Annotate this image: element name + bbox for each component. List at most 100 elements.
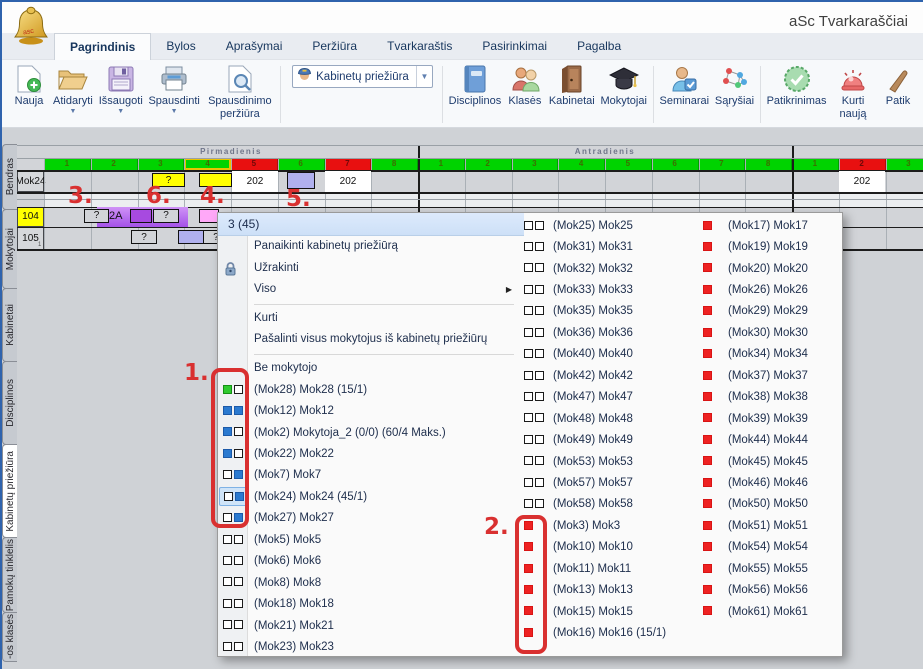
menu-teacher-item[interactable]: (Mok2) Mokytoja_2 (0/0) (60/4 Maks.)	[218, 422, 524, 443]
menu-teacher-item[interactable]: (Mok21) Mok21	[218, 615, 524, 636]
lesson-card[interactable]	[178, 230, 204, 244]
menu-item-panaikinti[interactable]: Panaikinti kabinetų priežiūrą	[218, 236, 524, 258]
room-cell[interactable]: 202	[839, 171, 885, 192]
menu-teacher-item[interactable]: (Mok39) Mok39	[703, 408, 844, 429]
period-header-cell[interactable]: 1	[44, 158, 91, 171]
menu-teacher-item[interactable]: (Mok55) Mok55	[703, 558, 844, 579]
tab-pagalba[interactable]: Pagalba	[562, 33, 636, 60]
room-cell[interactable]: 202	[232, 171, 278, 192]
menu-teacher-item[interactable]: (Mok28) Mok28 (15/1)	[218, 379, 524, 400]
menu-teacher-item[interactable]: (Mok36) Mok36	[524, 322, 703, 343]
menu-teacher-item[interactable]: (Mok56) Mok56	[703, 579, 844, 600]
menu-teacher-item[interactable]: (Mok48) Mok48	[524, 408, 703, 429]
disciplines-button[interactable]: Disciplinos	[446, 62, 504, 127]
menu-teacher-item[interactable]: (Mok51) Mok51	[703, 515, 844, 536]
menu-teacher-item[interactable]: (Mok23) Mok23	[218, 636, 524, 657]
classes-button[interactable]: Klasės	[504, 62, 546, 127]
menu-teacher-item[interactable]: (Mok32) Mok32	[524, 258, 703, 279]
sidebar-tab--os-klas-s[interactable]: -os klasės	[2, 612, 17, 662]
room-cell[interactable]: 202	[325, 171, 371, 192]
lesson-card[interactable]: ?	[153, 209, 179, 223]
period-header-cell[interactable]: 4	[558, 158, 605, 171]
lesson-card[interactable]	[130, 209, 152, 223]
tab-perziura[interactable]: Peržiūra	[297, 33, 372, 60]
period-header-cell[interactable]: 7	[699, 158, 746, 171]
menu-teacher-item[interactable]: (Mok15) Mok15	[524, 601, 703, 622]
rooms-button[interactable]: Kabinetai	[546, 62, 598, 127]
period-header-cell[interactable]: 6	[278, 158, 325, 171]
print-dropdown-arrow-icon[interactable]: ▼	[171, 109, 178, 115]
new-button[interactable]: Nauja	[8, 62, 50, 127]
teachers-button[interactable]: Mokytojai	[598, 62, 650, 127]
menu-teacher-item[interactable]: (Mok5) Mok5	[218, 529, 524, 550]
menu-teacher-item[interactable]: (Mok6) Mok6	[218, 551, 524, 572]
period-header-cell[interactable]: 6	[652, 158, 699, 171]
menu-teacher-item[interactable]: (Mok24) Mok24 (45/1)	[218, 486, 524, 507]
open-button[interactable]: Atidaryti ▼	[50, 62, 96, 127]
menu-teacher-item[interactable]: (Mok34) Mok34	[703, 344, 844, 365]
menu-teacher-item[interactable]: (Mok49) Mok49	[524, 429, 703, 450]
save-dropdown-arrow-icon[interactable]: ▼	[117, 109, 124, 115]
menu-teacher-item[interactable]: (Mok54) Mok54	[703, 537, 844, 558]
menu-teacher-item[interactable]: (Mok13) Mok13	[524, 579, 703, 600]
menu-teacher-item[interactable]: (Mok57) Mok57	[524, 472, 703, 493]
period-header-cell[interactable]: 2	[465, 158, 512, 171]
menu-teacher-item[interactable]: (Mok45) Mok45	[703, 451, 844, 472]
period-header-cell[interactable]: 3	[138, 158, 185, 171]
period-header-cell[interactable]: 4	[184, 158, 231, 171]
menu-teacher-item[interactable]: (Mok12) Mok12	[218, 400, 524, 421]
menu-teacher-item[interactable]: (Mok40) Mok40	[524, 344, 703, 365]
generate-new-button[interactable]: Kurti naują	[829, 62, 877, 127]
sidebar-tab-bendras[interactable]: Bendras	[2, 144, 17, 210]
menu-item-pasalinti[interactable]: Pašalinti visus mokytojus iš kabinetų pr…	[218, 329, 524, 351]
menu-teacher-item[interactable]: (Mok20) Mok20	[703, 258, 844, 279]
asc-bell-logo-icon[interactable]: asc	[12, 5, 50, 52]
menu-teacher-item[interactable]: (Mok11) Mok11	[524, 558, 703, 579]
view-combobox[interactable]: Kabinetų priežiūra ▼	[292, 65, 433, 88]
tab-pagrindinis[interactable]: Pagrindinis	[54, 33, 151, 60]
lesson-card[interactable]	[199, 209, 219, 223]
sidebar-tab-pamok-tinklelis[interactable]: Pamokų tinklelis	[2, 537, 17, 613]
menu-teacher-item[interactable]: (Mok22) Mok22	[218, 443, 524, 464]
menu-teacher-item[interactable]: (Mok42) Mok42	[524, 365, 703, 386]
period-header-cell[interactable]: 5	[231, 158, 278, 171]
menu-item-uzrakinti[interactable]: Užrakinti	[218, 258, 524, 280]
period-header-cell[interactable]: 8	[371, 158, 418, 171]
menu-teacher-item[interactable]: (Mok30) Mok30	[703, 322, 844, 343]
menu-teacher-item[interactable]: (Mok18) Mok18	[218, 593, 524, 614]
menu-teacher-item[interactable]: (Mok7) Mok7	[218, 465, 524, 486]
menu-teacher-item[interactable]: (Mok25) Mok25	[524, 215, 703, 236]
menu-teacher-item[interactable]: (Mok47) Mok47	[524, 387, 703, 408]
menu-teacher-item[interactable]: (Mok26) Mok26	[703, 279, 844, 300]
sidebar-tab-kabinet-prie-i-ra[interactable]: Kabinetų priežiūra	[2, 444, 17, 538]
menu-teacher-item[interactable]: (Mok31) Mok31	[524, 236, 703, 257]
menu-teacher-item[interactable]: (Mok10) Mok10	[524, 537, 703, 558]
menu-teacher-item[interactable]: (Mok46) Mok46	[703, 472, 844, 493]
menu-teacher-item[interactable]: (Mok38) Mok38	[703, 387, 844, 408]
open-dropdown-arrow-icon[interactable]: ▼	[69, 109, 76, 115]
row-header-mok24[interactable]: Mok24	[17, 170, 44, 192]
save-button[interactable]: Išsaugoti ▼	[96, 62, 146, 127]
menu-teacher-item[interactable]: (Mok44) Mok44	[703, 429, 844, 450]
menu-teacher-item[interactable]: (Mok33) Mok33	[524, 279, 703, 300]
lesson-card[interactable]: ?	[84, 209, 109, 223]
print-button[interactable]: Spausdinti ▼	[146, 62, 203, 127]
period-header-cell[interactable]: 2	[91, 158, 138, 171]
menu-teacher-item[interactable]: (Mok16) Mok16 (15/1)	[524, 622, 703, 643]
period-header-cell[interactable]: 3	[512, 158, 559, 171]
period-header-cell[interactable]: 1	[418, 158, 465, 171]
sidebar-tab-kabinetai[interactable]: Kabinetai	[2, 288, 17, 362]
period-header-cell[interactable]: 7	[325, 158, 372, 171]
period-header-cell[interactable]: 3	[886, 158, 923, 171]
period-header-cell[interactable]: 1	[792, 158, 839, 171]
menu-teacher-item[interactable]: (Mok29) Mok29	[703, 301, 844, 322]
tab-aprasymai[interactable]: Aprašymai	[211, 33, 298, 60]
period-header-cell[interactable]: 2	[839, 158, 886, 171]
tab-tvarkarastis[interactable]: Tvarkaraštis	[372, 33, 467, 60]
menu-teacher-item[interactable]: (Mok35) Mok35	[524, 301, 703, 322]
row-header-104[interactable]: 104	[17, 207, 44, 227]
sidebar-tab-disciplinos[interactable]: Disciplinos	[2, 361, 17, 445]
menu-teacher-item[interactable]: (Mok27) Mok27	[218, 508, 524, 529]
print-preview-button[interactable]: Spausdinimo peržiūra	[203, 62, 278, 127]
menu-teacher-item[interactable]: (Mok8) Mok8	[218, 572, 524, 593]
